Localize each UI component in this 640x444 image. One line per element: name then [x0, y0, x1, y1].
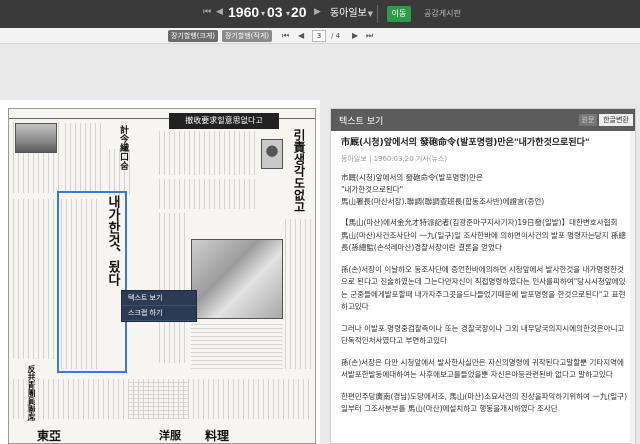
panel-title: 텍스트 보기 — [339, 117, 384, 127]
text-block — [285, 219, 313, 369]
ad-left: 東亞 — [37, 429, 62, 443]
ad-block — [129, 379, 189, 419]
article-title: 市厩(시청)앞에서의 發砲命令(발포명령)만은"내가한것으로된다" — [341, 138, 590, 148]
article-summary: 市厩(시청)앞에서의 發砲命令(발포명령)만은 "내가한것으로된다" 馬山署長(… — [341, 172, 627, 208]
article-meta: 동아일보 | 1960.03.20 기사(뉴스) — [341, 155, 448, 163]
tab-original[interactable]: 원문 — [579, 114, 597, 126]
newspaper-select[interactable]: 동아일보 ▼ — [330, 5, 378, 23]
year-caret-icon[interactable]: ▾ — [261, 9, 265, 18]
go-button[interactable]: 이동 — [387, 6, 411, 22]
text-block — [159, 213, 189, 363]
context-menu-scrap[interactable]: 스크랩 하기 — [122, 306, 196, 321]
ad-right: 料理 — [205, 429, 230, 443]
last-page-icon[interactable]: ⏭ — [366, 30, 373, 42]
article-paragraph: 孫(손)서장이 이날하오 동조사단에 증언한바에의하면 시청앞에서 발사한것을 … — [341, 264, 626, 312]
text-view-panel: 텍스트 보기 원문 한글변환 市厩(시청)앞에서의 發砲命令(발포명령)만은"내… — [330, 108, 636, 444]
prev-page-icon[interactable]: ◀ — [298, 30, 304, 42]
summary-line: 馬山署長(마산서장).聯調(聯調查班長(합동조사반)에證言(증언) — [341, 197, 545, 206]
double-chevron-left-icon[interactable]: ⏮ — [203, 7, 211, 17]
text-block — [13, 199, 55, 359]
chevron-down-icon: ▼ — [367, 10, 373, 18]
text-block — [159, 179, 259, 209]
headline-top: 撤收要求힐意思없다고 — [169, 113, 279, 129]
photo-portrait — [261, 139, 283, 169]
first-page-icon[interactable]: ⏮ — [282, 30, 289, 42]
next-page-icon[interactable]: ▶ — [352, 30, 358, 42]
context-menu-view-text[interactable]: 텍스트 보기 — [122, 291, 196, 306]
summary-line: "내가한것으로된다" — [341, 185, 404, 194]
headline-vertical: 計今繊口숨 — [118, 125, 128, 170]
text-block — [65, 123, 105, 193]
headline-right: 引責생각도없고 — [292, 129, 306, 213]
panel-body: 市厩(시청)앞에서의 發砲命令(발포명령)만은"내가한것으로된다" 동아일보 |… — [331, 131, 635, 416]
newspaper-page-image[interactable]: 計今繊口숨 撤收要求힐意思없다고 引責생각도없고 내가한것、됬다 反共青團員聯席… — [8, 108, 316, 444]
top-navigation-bar: ⏮ ◀ 1960 ▾ 03 ▾ 20 ▶ 동아일보 ▼ 이동 공감게시판 — [0, 0, 640, 28]
page-toolbar: 장기할행(크게) 장기할행(작게) ⏮ ◀ 3 / 4 ▶ ⏭ — [0, 28, 640, 44]
year-value[interactable]: 1960 — [228, 4, 259, 20]
panel-header: 텍스트 보기 원문 한글변환 — [331, 109, 635, 131]
photo-people — [15, 123, 57, 153]
newspaper-select-value: 동아일보 — [330, 8, 367, 19]
panel-scrollbar[interactable] — [630, 131, 635, 444]
newspaper-viewer[interactable]: 計今繊口숨 撤收要求힐意思없다고 引責생각도없고 내가한것、됬다 反共青團員聯席… — [0, 100, 320, 444]
view-small-button[interactable]: 장기할행(작게) — [222, 30, 272, 42]
board-link[interactable]: 공감게시판 — [424, 8, 461, 19]
month-value[interactable]: 03 — [267, 4, 283, 20]
article-paragraph: 孫(손)서장은 다만 시청앞에서 발사한사실만은 자신의명령에 귀착된다고말할뿐… — [341, 357, 624, 380]
photo-map — [191, 239, 283, 319]
page-number-input[interactable]: 3 — [312, 30, 326, 42]
chevron-right-icon[interactable]: ▶ — [314, 7, 321, 17]
context-menu: 텍스트 보기 스크랩 하기 — [121, 290, 197, 322]
page-separator: / — [331, 32, 334, 40]
article-paragraph: 【馬山(마산)에서金允才特派記者(김광준마구지사기자)19日發(일발)】대한변호… — [341, 218, 626, 252]
text-block — [191, 323, 283, 369]
article-selection-box[interactable] — [57, 191, 127, 373]
article-paragraph: 한편민주당廣南(경남)도당에서조, 馬山(마산)소요사건의 진상을파악하기위하여… — [341, 391, 627, 414]
month-caret-icon[interactable]: ▾ — [286, 9, 290, 18]
day-value[interactable]: 20 — [291, 4, 307, 20]
summary-line: 市厩(시청)앞에서의 發砲命令(발포명령)만은 — [341, 173, 483, 182]
view-large-button[interactable]: 장기할행(크게) — [168, 30, 218, 42]
chevron-left-icon[interactable]: ◀ — [216, 7, 223, 17]
article-paragraph: 그러나 이발포 명령중검찰측이나 또는 경찰국장이나 그외 내무당국의지시에의한… — [341, 323, 625, 346]
ad-mid: 洋服 — [159, 429, 181, 442]
text-block — [159, 131, 259, 175]
page-total-value: 4 — [335, 32, 341, 40]
tab-korean[interactable]: 한글변환 — [599, 114, 633, 126]
page-total: / 4 — [331, 30, 340, 42]
